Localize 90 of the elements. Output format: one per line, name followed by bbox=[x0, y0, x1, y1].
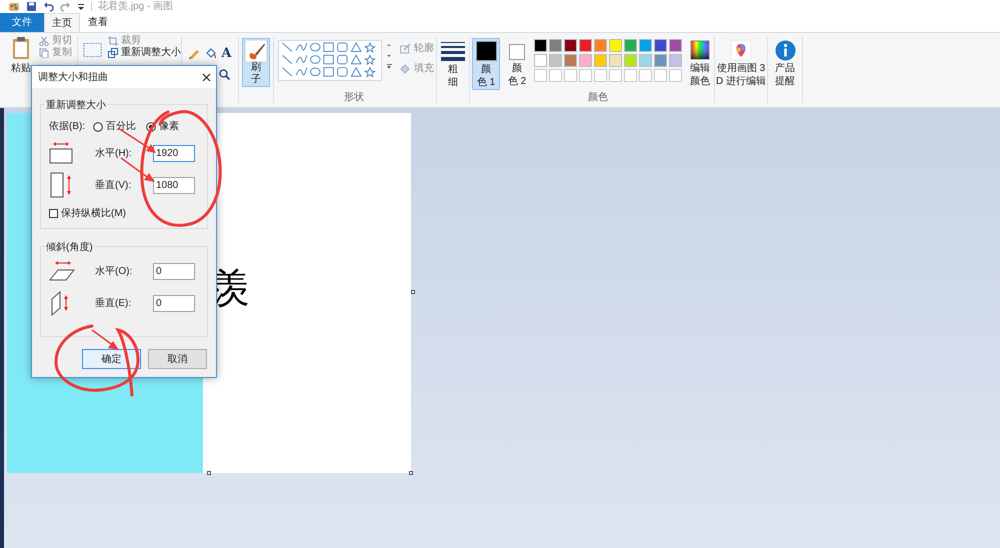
palette-color[interactable] bbox=[639, 54, 652, 67]
input-field[interactable]: 0 bbox=[153, 294, 195, 312]
empty-color-slot[interactable] bbox=[624, 69, 637, 82]
clipboard-icon bbox=[11, 36, 31, 60]
color-slot[interactable]: 颜 色 2 bbox=[503, 38, 531, 90]
window-title: 花君羡.jpg - 画图 bbox=[98, 2, 174, 12]
brush-icon bbox=[244, 40, 268, 62]
palette-color[interactable] bbox=[609, 54, 622, 67]
tab[interactable]: 查看 bbox=[80, 13, 116, 32]
app-icon bbox=[8, 1, 20, 12]
selection-icon[interactable] bbox=[83, 41, 102, 59]
redo-icon[interactable] bbox=[60, 1, 71, 12]
palette-color[interactable] bbox=[579, 39, 592, 52]
palette-color[interactable] bbox=[534, 54, 547, 67]
tab[interactable]: 主页 bbox=[44, 13, 80, 32]
paint-drop-icon bbox=[731, 40, 751, 60]
empty-color-slot[interactable] bbox=[654, 69, 667, 82]
palette-color[interactable] bbox=[654, 39, 667, 52]
scroll-down-icon[interactable] bbox=[386, 53, 392, 59]
palette-color[interactable] bbox=[564, 54, 577, 67]
scroll-up-icon[interactable] bbox=[386, 42, 392, 48]
group-label: 形状 bbox=[344, 90, 364, 105]
palette-color[interactable] bbox=[564, 39, 577, 52]
color-slot[interactable]: 颜 色 1 bbox=[472, 38, 500, 90]
palette-color[interactable] bbox=[594, 54, 607, 67]
palette-color[interactable] bbox=[669, 54, 682, 67]
empty-color-slot[interactable] bbox=[534, 69, 547, 82]
copy-icon bbox=[39, 48, 49, 58]
dialog-button[interactable]: 取消 bbox=[148, 349, 207, 369]
close-icon[interactable] bbox=[202, 72, 211, 82]
palette-color[interactable] bbox=[624, 54, 637, 67]
field-label: 水平(H): bbox=[95, 146, 133, 160]
checkbox[interactable]: 保持纵横比(M) bbox=[49, 206, 126, 221]
empty-color-slot[interactable] bbox=[639, 69, 652, 82]
paint-bucket-icon[interactable] bbox=[204, 47, 217, 59]
shape-gallery-drawing[interactable] bbox=[278, 40, 382, 81]
paint-3d-button[interactable]: 使用画图 3 D 进行编辑 bbox=[715, 33, 767, 107]
save-icon[interactable] bbox=[26, 1, 37, 12]
empty-color-slot[interactable] bbox=[549, 69, 562, 82]
tab[interactable]: 文件 bbox=[0, 13, 44, 32]
group-legend: 倾斜(角度) bbox=[45, 240, 94, 255]
edit-colors-button[interactable]: 编辑 颜色 bbox=[686, 38, 714, 107]
resize-button[interactable]: 重新调整大小 bbox=[108, 47, 181, 59]
text-tool-button[interactable]: A bbox=[221, 47, 232, 60]
palette-color[interactable] bbox=[594, 39, 607, 52]
empty-color-slot[interactable] bbox=[669, 69, 682, 82]
arrow-annotation bbox=[120, 157, 155, 182]
crop-icon bbox=[108, 36, 118, 46]
magnifier-icon[interactable] bbox=[219, 69, 230, 80]
resize-handle[interactable] bbox=[207, 471, 211, 475]
palette-color[interactable] bbox=[549, 39, 562, 52]
brushes-button[interactable]: 刷 子 bbox=[242, 38, 270, 87]
palette-color[interactable] bbox=[639, 39, 652, 52]
size-button[interactable]: 粗 细 bbox=[437, 33, 469, 107]
dropdown-icon[interactable] bbox=[77, 1, 85, 12]
product-alert-button[interactable]: 产品 提醒 bbox=[768, 33, 802, 107]
field-label: 依据(B): bbox=[49, 120, 86, 134]
pen-icon bbox=[400, 43, 411, 54]
expand-icon[interactable] bbox=[386, 64, 392, 70]
paint-bucket-icon bbox=[400, 63, 411, 74]
undo-icon[interactable] bbox=[43, 1, 54, 12]
color-spectrum-icon bbox=[690, 40, 710, 60]
group-label: 颜色 bbox=[588, 90, 608, 105]
arrow-annotation bbox=[92, 329, 119, 350]
input-field[interactable]: 0 bbox=[153, 262, 195, 280]
palette-color[interactable] bbox=[534, 39, 547, 52]
palette-color[interactable] bbox=[609, 39, 622, 52]
empty-color-slot[interactable] bbox=[609, 69, 622, 82]
pencil-icon[interactable] bbox=[188, 47, 200, 59]
dialog-title: 调整大小和扭曲 bbox=[38, 70, 108, 84]
palette-color[interactable] bbox=[579, 54, 592, 67]
info-icon bbox=[774, 40, 796, 61]
resize-handle[interactable] bbox=[409, 471, 413, 475]
empty-color-slot[interactable] bbox=[579, 69, 592, 82]
scissors-icon bbox=[39, 36, 49, 46]
field-label: 水平(O): bbox=[95, 264, 134, 278]
palette-color[interactable] bbox=[549, 54, 562, 67]
input-field[interactable]: 1080 bbox=[153, 176, 195, 194]
field-label: 垂直(V): bbox=[95, 178, 132, 192]
resize-handle[interactable] bbox=[411, 290, 415, 294]
line-width-icon bbox=[441, 41, 465, 61]
input-field[interactable]: 1920 bbox=[153, 144, 195, 162]
empty-color-slot[interactable] bbox=[594, 69, 607, 82]
palette-color[interactable] bbox=[654, 54, 667, 67]
empty-color-slot[interactable] bbox=[564, 69, 577, 82]
field-label: 垂直(E): bbox=[95, 296, 132, 310]
resize-icon bbox=[108, 48, 118, 58]
horizontal-resize-icon bbox=[49, 140, 75, 166]
palette-color[interactable] bbox=[624, 39, 637, 52]
palette-color[interactable] bbox=[669, 39, 682, 52]
